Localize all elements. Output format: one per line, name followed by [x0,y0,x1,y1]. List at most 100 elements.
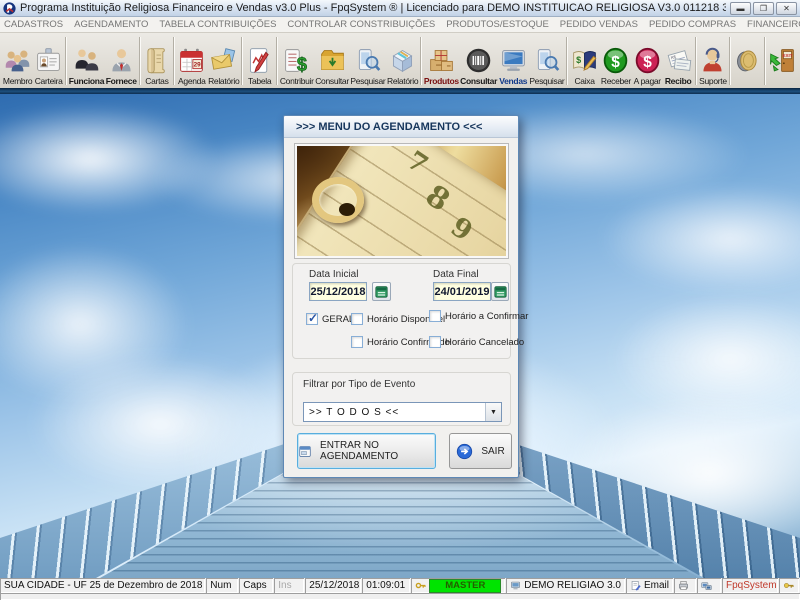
toolbar-label: Suporte [699,76,727,86]
statusbar-brand: FpqSystem [722,578,778,593]
menu-item-tabela-contribuicoes[interactable]: TABELA CONTRIBUIÇÕES [159,19,276,30]
toolbar-button-relatorio-agenda[interactable]: Relatório [207,34,240,88]
toolbar-separator [276,37,279,85]
date-start-label: Data Inicial [309,269,359,280]
geral-checkbox[interactable] [306,311,318,325]
toolbar-button-agenda[interactable]: 29 Agenda [176,34,207,88]
svg-text:$: $ [576,55,581,65]
dates-groupbox: Data Inicial 25/12/2018 Data Final 24/01… [292,263,528,359]
toolbar-button-suporte[interactable]: Suporte [698,34,729,88]
statusbar-secondary [0,593,800,600]
toolbar-button-pesquisar-contribuicoes[interactable]: Pesquisar [350,34,387,88]
toolbar-button-tabela[interactable]: Tabela [244,34,275,88]
toolbar-button-moeda[interactable] [732,34,763,88]
barcode-icon [466,48,491,73]
sair-label: SAIR [481,445,505,457]
toolbar-button-a-pagar[interactable]: $ A pagar [632,34,663,88]
toolbar-label: Relatório [208,76,240,86]
svg-text:$: $ [297,54,307,74]
exit-door-icon: EXIT [770,49,794,72]
toolbar-label: Pesquisar [350,76,386,86]
horario-a-confirmar-label: Horário a Confirmar [445,310,529,322]
menu-item-financeiro[interactable]: FINANCEIRO [747,19,800,30]
statusbar-printer[interactable] [674,578,696,593]
date-picker-icon [493,286,507,298]
restore-button[interactable]: ❐ [753,1,774,15]
dialog-titlebar[interactable]: >>> MENU DO AGENDAMENTO <<< [284,116,518,138]
menu-item-produtos-estoque[interactable]: PRODUTOS/ESTOQUE [446,19,549,30]
schedule-window-icon [299,445,311,457]
statusbar-email[interactable]: Email [626,578,673,593]
product-boxes-icon [430,50,453,71]
search-device-icon [538,49,560,71]
toolbar-button-contribuir[interactable]: $ Contribuir [279,34,314,88]
report-envelope-icon [211,48,236,70]
toolbar-button-consultar-contribuicoes[interactable]: Consultar [314,34,349,88]
toolbar-button-vendas[interactable]: Vendas [498,34,529,88]
toolbar-label: Consultar [315,76,349,86]
toolbar-separator [65,37,68,85]
close-button[interactable]: ✕ [776,1,797,15]
toolbar-label: Consultar [460,76,498,86]
toolbar-label: Tabela [248,76,272,86]
date-start-picker-button[interactable] [372,282,391,301]
menu-item-controlar-constribuicoes[interactable]: CONTROLAR CONSTRIBUIÇÕES [287,19,435,30]
date-start-field[interactable]: 25/12/2018 [309,282,367,301]
cashbook-icon: $ [573,51,597,71]
toolbar-label: Caixa [574,76,595,86]
menu-item-pedido-vendas[interactable]: PEDIDO VENDAS [560,19,638,30]
enter-schedule-button[interactable]: ENTRAR NO AGENDAMENTO [297,433,436,469]
toolbar-button-consultar-produtos[interactable]: Consultar [460,34,498,88]
toolbar-button-relatorio-contribuicoes[interactable]: Relatório [386,34,419,88]
report-box-icon [392,50,413,73]
geral-label: GERAL [322,313,355,325]
window-title: Programa Instituição Religiosa Financeir… [20,2,726,14]
toolbar-button-produtos[interactable]: Produtos [423,34,459,88]
toolbar-label: Receber [600,76,631,86]
horario-a-confirmar-checkbox[interactable] [429,310,441,322]
enter-schedule-label: ENTRAR NO AGENDAMENTO [320,440,399,462]
toolbar-button-pesquisar-vendas[interactable]: Pesquisar [529,34,566,88]
horario-confirmado-checkbox[interactable] [351,336,363,348]
toolbar-button-caixa[interactable]: $ Caixa [569,34,600,88]
toolbar-button-membro[interactable]: Membro [2,34,33,88]
filter-label: Filtrar por Tipo de Evento [303,379,416,390]
toolbar-button-fornecedores[interactable]: Fornece [105,34,138,88]
desktop-wallpaper: >>> MENU DO AGENDAMENTO <<< 7 8 9 Data I… [0,94,800,578]
toolbar-button-cartas[interactable]: Cartas [142,34,173,88]
toolbar-label: Membro [2,76,33,86]
menu-item-cadastros[interactable]: CADASTROS [4,19,63,30]
date-end-picker-button[interactable] [491,282,509,301]
toolbar-button-funcionarios[interactable]: Funciona [68,34,105,88]
menu-item-agendamento[interactable]: AGENDAMENTO [74,19,148,30]
horario-disponivel-checkbox[interactable] [351,313,363,325]
sales-monitor-icon [501,50,525,71]
toolbar-label: Funciona [68,76,105,86]
chevron-down-icon: ▼ [485,403,501,421]
svg-text:$: $ [643,54,652,71]
sair-button[interactable]: SAIR [449,433,512,469]
toolbar-button-recibo[interactable]: R$ Recibo [663,34,694,88]
checkbox-horario-a-confirmar: Horário a Confirmar [429,310,528,322]
date-end-field[interactable]: 24/01/2019 [433,282,491,301]
toolbar-button-carteira[interactable]: Carteira [33,34,64,88]
horario-cancelado-checkbox[interactable] [429,336,441,348]
toolbar-label: Cartas [145,76,169,86]
event-type-value: >> T O D O S << [309,406,400,418]
receipt-icon: R$ [667,50,691,71]
toolbar-button-sair-sistema[interactable]: EXIT [767,34,798,88]
checkbox-horario-cancelado: Horário Cancelado [429,336,524,348]
menu-item-pedido-compras[interactable]: PEDIDO COMPRAS [649,19,736,30]
toolbar-button-receber[interactable]: $ Receber [600,34,632,88]
horario-cancelado-label: Horário Cancelado [445,336,525,348]
statusbar-network[interactable] [697,578,721,593]
toolbar-separator [420,37,423,85]
event-type-select[interactable]: >> T O D O S << ▼ [303,402,502,422]
toolbar-label: Carteira [34,76,63,86]
printer-icon [679,581,688,590]
toolbar-separator [694,37,697,85]
statusbar-insert: Ins [274,578,304,593]
minimize-button[interactable]: ▬ [730,1,751,15]
svg-text:EXIT: EXIT [783,53,793,58]
statusbar-system-name: DEMO RELIGIAO 3.0 [524,580,621,591]
